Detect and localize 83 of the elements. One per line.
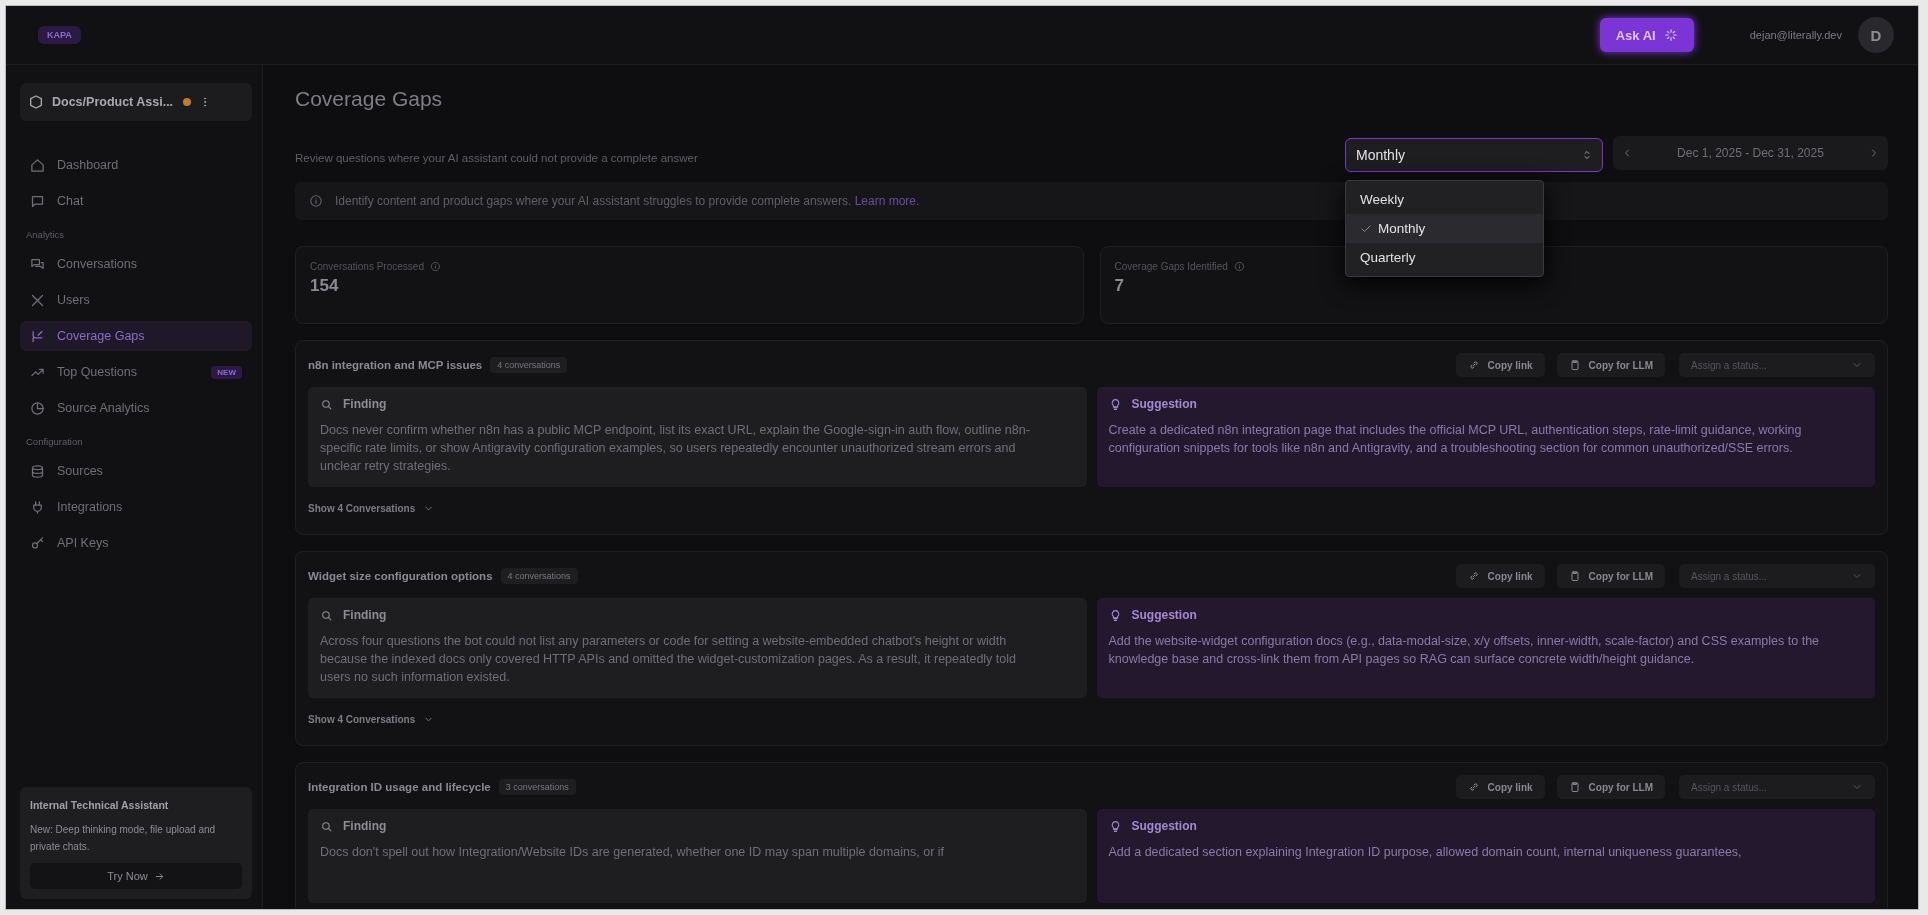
sparkle-icon	[1663, 28, 1678, 42]
section-label: Configuration	[25, 435, 84, 449]
copy-link-button[interactable]: Copy link	[1455, 353, 1545, 377]
chevrons-updown-icon	[1581, 149, 1593, 161]
chat-bubbles-icon	[30, 256, 45, 272]
copy-link-button[interactable]: Copy link	[1455, 775, 1545, 799]
new-badge: NEW	[211, 365, 242, 379]
user-avatar[interactable]: D	[1858, 17, 1894, 53]
sidebar-item[interactable]: Coverage Gaps	[20, 321, 252, 351]
link-icon	[1467, 570, 1480, 582]
dropdown-option[interactable]: Quarterly	[1346, 243, 1543, 272]
sidebar-item[interactable]: Users	[20, 285, 252, 315]
clipboard-icon	[1568, 570, 1581, 582]
info-icon	[309, 194, 323, 208]
sidebar-item[interactable]: Source Analytics	[20, 393, 252, 423]
suggestion-text: Create a dedicated n8n integration page that includes the official MCP URL, authentication steps, rate-limit guidance, working configuration snippets for tools like n8n and Antigravity, and a troubleshooting section for common unauthorized/SSE errors.	[1108, 422, 1803, 457]
logo-badge: KAPA	[38, 26, 81, 44]
info-text: Identify content and product gaps where your AI assistant struggles to provide complete answers. Learn more.	[335, 194, 920, 208]
search-icon	[320, 397, 333, 411]
conversation-count: 3 conversations	[498, 779, 576, 795]
finding-heading: Finding	[343, 397, 387, 411]
info-icon	[1233, 261, 1245, 272]
sidebar-item[interactable]: Top Questions NEW	[20, 357, 252, 387]
link-icon	[1467, 359, 1480, 371]
finding-text: Docs don't spell out how Integration/Website IDs are generated, whether one ID may span multiple domains, or if	[320, 844, 945, 861]
info-icon	[429, 261, 441, 272]
database-icon	[30, 463, 45, 479]
promo-title: Internal Technical Assistant	[30, 799, 170, 811]
stat-value: 154	[310, 276, 340, 296]
pie-chart-icon	[30, 400, 45, 416]
suggestion-heading: Suggestion	[1131, 819, 1197, 833]
page-subtitle: Review questions where your AI assistant could not provide a complete answer	[295, 151, 699, 164]
search-icon	[320, 819, 333, 833]
stat-label: Conversations Processed	[310, 261, 424, 272]
suggestion-heading: Suggestion	[1131, 397, 1197, 411]
conversation-count: 4 conversations	[490, 357, 568, 373]
status-dot	[183, 98, 192, 106]
show-conversations-button[interactable]: Show 4 Conversations	[308, 714, 435, 725]
home-icon	[30, 157, 45, 173]
stat-label: Coverage Gaps Identified	[1114, 261, 1228, 272]
learn-more-link[interactable]: Learn more.	[854, 194, 920, 208]
sidebar-item[interactable]: Sources	[20, 456, 252, 486]
key-icon	[30, 535, 45, 551]
period-select[interactable]: Monthly	[1345, 138, 1603, 172]
promo-text: New: Deep thinking mode, file upload and private chats.	[30, 823, 217, 854]
copy-for-llm-button[interactable]: Copy for LLM	[1556, 353, 1665, 377]
finding-heading: Finding	[343, 608, 387, 622]
section-label: Analytics	[25, 228, 65, 242]
project-selector[interactable]: Docs/Product Assi...	[20, 83, 252, 121]
stat-value: 7	[1114, 276, 1125, 296]
dropdown-option[interactable]: Monthly	[1346, 214, 1543, 243]
sidebar-item[interactable]: Integrations	[20, 492, 252, 522]
link-icon	[1467, 781, 1480, 793]
suggestion-text: Add a dedicated section explaining Integration ID purpose, allowed domain count, internal uniqueness guarantees,	[1108, 844, 1743, 861]
sidebar-item[interactable]: Conversations	[20, 249, 252, 279]
page-title: Coverage Gaps	[295, 87, 444, 112]
copy-for-llm-button[interactable]: Copy for LLM	[1556, 775, 1665, 799]
try-now-button[interactable]: Try Now	[30, 863, 242, 889]
sidebar-item[interactable]: API Keys	[20, 528, 252, 558]
gap-title: Integration ID usage and lifecycle	[308, 781, 491, 793]
chat-icon	[30, 193, 45, 209]
show-conversations-button[interactable]: Show 4 Conversations	[308, 503, 435, 514]
arrow-right-icon	[153, 870, 165, 882]
finding-heading: Finding	[343, 819, 387, 833]
conversation-count: 4 conversations	[500, 568, 578, 584]
sidebar-item[interactable]: Chat	[20, 186, 252, 216]
date-range-picker[interactable]: Dec 1, 2025 - Dec 31, 2025	[1613, 135, 1888, 170]
clipboard-icon	[1568, 359, 1581, 371]
suggestion-text: Add the website-widget configuration docs (e.g., data-modal-size, x/y offsets, inner-width, scale-factor) and CSS examples to the knowledge base and cross-link them from API pages so RAG can surface concrete width/height guidance.	[1108, 633, 1821, 668]
clipboard-icon	[1568, 781, 1581, 793]
suggestion-heading: Suggestion	[1131, 608, 1197, 622]
gap-title: Widget size configuration options	[308, 570, 493, 582]
ask-ai-button[interactable]: Ask AI	[1599, 18, 1694, 52]
gap-title: n8n integration and MCP issues	[308, 359, 483, 371]
finding-text: Docs never confirm whether n8n has a public MCP endpoint, list its exact URL, explain the Google-sign-in auth flow, outline n8n-specific rate limits, or show Antigravity configuration examples, so users repeatedly encounter unauthorized stream errors and unclear retry strategies.	[320, 422, 1031, 475]
search-icon	[320, 608, 333, 622]
user-email: dejan@literally.dev	[1749, 29, 1842, 41]
copy-link-button[interactable]: Copy link	[1455, 564, 1545, 588]
finding-text: Across four questions the bot could not list any parameters or code for setting a website-embedded chatbot's height or width because the indexed docs only covered HTTP APIs and omitted the widget-customization pages. As a result, it repeatedly told users no such information existed.	[320, 633, 1017, 686]
dropdown-option[interactable]: Weekly	[1346, 185, 1543, 214]
plug-icon	[30, 499, 45, 515]
sidebar-item[interactable]: Dashboard	[20, 150, 252, 180]
copy-for-llm-button[interactable]: Copy for LLM	[1556, 564, 1665, 588]
